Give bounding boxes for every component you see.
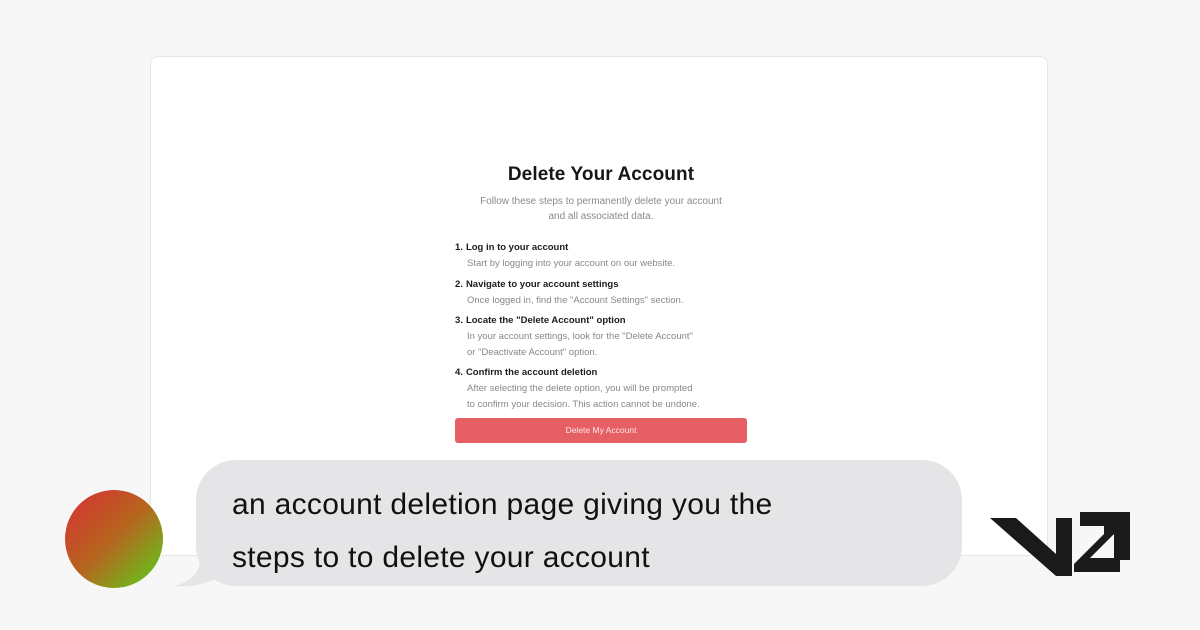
delete-account-panel: Delete Your Account Follow these steps t…: [451, 164, 751, 443]
step-description-line: In your account settings, look for the "…: [467, 331, 693, 342]
step-description-line: to confirm your decision. This action ca…: [467, 398, 700, 410]
step-number: 1.: [455, 242, 463, 253]
v0-logo-icon: [990, 512, 1130, 576]
delete-account-button[interactable]: Delete My Account: [455, 418, 747, 443]
step-item: 1. Log in to your account Start by loggi…: [451, 241, 751, 272]
step-description: In your account settings, look for the "…: [451, 328, 751, 360]
step-title: Navigate to your account settings: [465, 278, 619, 290]
step-title: Log in to your account: [465, 242, 569, 253]
step-description: After selecting the delete option, you w…: [451, 380, 751, 412]
page-title: Delete Your Account: [507, 164, 695, 185]
subtitle-line: and all associated data.: [548, 211, 654, 222]
step-number: 2.: [455, 278, 463, 290]
step-description: Start by logging into your account on ou…: [451, 255, 751, 272]
step-title: Locate the "Delete Account" option: [465, 315, 626, 326]
steps-list: 1. Log in to your account Start by loggi…: [451, 241, 751, 412]
step-item: 4. Confirm the account deletion After se…: [451, 366, 751, 412]
screenshot-stage: Delete Your Account Follow these steps t…: [0, 0, 1200, 630]
caption-text: an account deletion page giving you the …: [232, 478, 926, 584]
step-description-line: Start by logging into your account on ou…: [467, 258, 676, 269]
step-heading: 3. Locate the "Delete Account" option: [451, 314, 751, 328]
step-item: 2. Navigate to your account settings Onc…: [451, 278, 751, 309]
step-description-line: After selecting the delete option, you w…: [467, 383, 693, 394]
caption-line: an account deletion page giving you the: [232, 488, 773, 521]
caption-line: steps to to delete your account: [232, 541, 650, 574]
page-subtitle: Follow these steps to permanently delete…: [456, 194, 746, 224]
step-number: 3.: [455, 315, 463, 326]
step-heading: 4. Confirm the account deletion: [451, 366, 751, 380]
caption-bubble: an account deletion page giving you the …: [196, 460, 962, 586]
step-title: Confirm the account deletion: [465, 367, 598, 378]
subtitle-line: Follow these steps to permanently delete…: [480, 196, 722, 207]
step-description: Once logged in, find the "Account Settin…: [451, 292, 751, 309]
step-number: 4.: [455, 367, 463, 378]
step-description-line: Once logged in, find the "Account Settin…: [467, 294, 684, 306]
step-description-line: or "Deactivate Account" option.: [467, 346, 598, 358]
avatar: [65, 490, 163, 588]
step-item: 3. Locate the "Delete Account" option In…: [451, 314, 751, 360]
step-heading: 1. Log in to your account: [451, 241, 751, 255]
step-heading: 2. Navigate to your account settings: [451, 278, 751, 292]
